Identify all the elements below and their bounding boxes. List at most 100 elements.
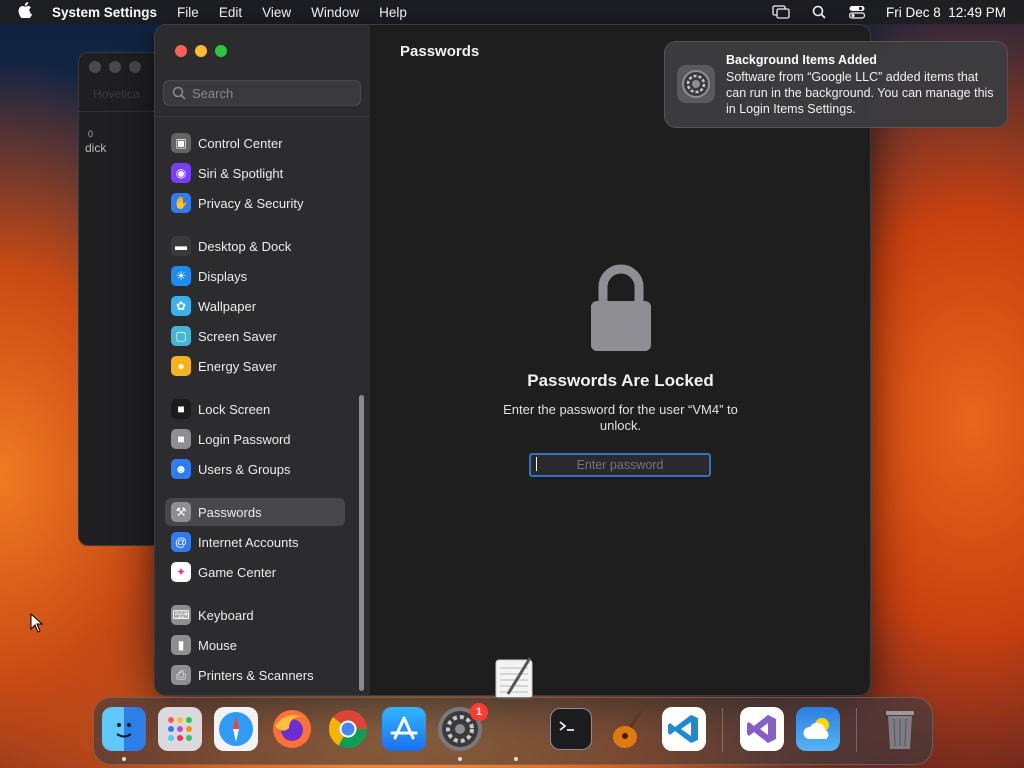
safari-icon[interactable] (214, 707, 258, 751)
window-controls (175, 45, 227, 57)
game-center-icon: ✦ (171, 562, 191, 582)
sidebar-item-lock-screen[interactable]: ■ Lock Screen (165, 395, 345, 423)
terminal-icon[interactable] (550, 708, 592, 750)
chrome-icon[interactable] (326, 707, 370, 751)
sidebar-item-users-groups[interactable]: ☻ Users & Groups (165, 455, 345, 483)
menu-window[interactable]: Window (311, 5, 359, 20)
background-window-title: Hovetica (93, 87, 140, 101)
spotlight-search-icon[interactable] (810, 5, 828, 19)
control-center-icon: ▣ (171, 133, 191, 153)
at-icon: @ (171, 532, 191, 552)
sidebar-item-mouse[interactable]: ▮ Mouse (165, 631, 345, 659)
sidebar-item-label: Siri & Spotlight (198, 165, 284, 181)
sidebar-item-login-password[interactable]: ■ Login Password (165, 425, 345, 453)
sidebar-item-label: Users & Groups (198, 461, 291, 477)
garageband-icon[interactable] (606, 707, 650, 751)
sidebar-item-label: Passwords (198, 504, 262, 520)
sidebar-item-label: Energy Saver (198, 358, 277, 374)
sidebar-item-label: Screen Saver (198, 328, 277, 344)
notification-banner[interactable]: Background Items Added Software from “Go… (664, 41, 1008, 128)
app-name-menu[interactable]: System Settings (52, 5, 157, 20)
sidebar-item-game-center[interactable]: ✦ Game Center (165, 558, 345, 586)
trash-icon[interactable] (878, 707, 922, 751)
sidebar-item-label: Keyboard (198, 607, 254, 623)
textedit-running-dot (514, 757, 518, 761)
sidebar-item-label: Internet Accounts (198, 534, 299, 550)
sidebar-item-label: Lock Screen (198, 401, 271, 417)
key-icon: ⚒ (171, 502, 191, 522)
page-title: Passwords (400, 43, 480, 60)
system-settings-running-dot (458, 757, 462, 761)
sidebar-item-wallpaper[interactable]: ✿ Wallpaper (165, 292, 345, 320)
menu-clock[interactable]: Fri Dec 8 12:49 PM (886, 5, 1006, 20)
notification-body: Software from “Google LLC” added items t… (726, 70, 994, 116)
notification-badge: 1 (470, 703, 488, 721)
sidebar: Search ▣ Control Center ◉ Siri & Spotlight ✋… (155, 25, 371, 695)
dock-icon: ▬ (171, 236, 191, 256)
sidebar-item-energy-saver[interactable]: ● Energy Saver (165, 352, 345, 380)
zoom-button[interactable] (215, 45, 227, 57)
launchpad-icon[interactable] (158, 707, 202, 751)
close-button[interactable] (175, 45, 187, 57)
menu-file[interactable]: File (177, 5, 199, 20)
vscode-icon[interactable] (662, 707, 706, 751)
app-store-icon[interactable] (382, 707, 426, 751)
mouse-cursor-icon (30, 613, 44, 633)
sidebar-scrollbar[interactable] (359, 395, 364, 691)
lock-icon: ■ (171, 429, 191, 449)
sidebar-item-control-center[interactable]: ▣ Control Center (165, 129, 345, 157)
sidebar-item-label: Wallpaper (198, 298, 257, 314)
menu-edit[interactable]: Edit (219, 5, 242, 20)
search-field[interactable]: Search (163, 80, 361, 106)
users-icon: ☻ (171, 459, 191, 479)
sidebar-item-internet-accounts[interactable]: @ Internet Accounts (165, 528, 345, 556)
background-window-item[interactable]: dick (85, 141, 106, 155)
background-window-cell: 0 (88, 129, 94, 139)
sidebar-item-label: Login Password (198, 431, 291, 447)
password-field[interactable] (529, 453, 711, 477)
search-placeholder: Search (192, 85, 234, 101)
lock-icon: ■ (171, 399, 191, 419)
sidebar-item-label: Printers & Scanners (198, 667, 314, 683)
sidebar-item-screen-saver[interactable]: ▢ Screen Saver (165, 322, 345, 350)
locked-heading: Passwords Are Locked (527, 371, 714, 390)
siri-icon: ◉ (171, 163, 191, 183)
dock-separator-trash (856, 708, 857, 752)
sidebar-item-label: Displays (198, 268, 248, 284)
textedit-icon[interactable] (494, 656, 536, 700)
locked-message: Enter the password for the user “VM4” to… (503, 402, 738, 433)
sidebar-item-passwords[interactable]: ⚒ Passwords (165, 498, 345, 526)
lock-icon (591, 264, 651, 351)
sidebar-item-keyboard[interactable]: ⌨ Keyboard (165, 601, 345, 629)
sun-icon: ☀ (171, 266, 191, 286)
control-center-icon[interactable] (848, 5, 866, 19)
notification-title: Background Items Added (726, 53, 877, 67)
weather-icon[interactable] (796, 707, 840, 751)
menu-bar: System Settings File Edit View Window He… (0, 0, 1024, 24)
menu-view[interactable]: View (262, 5, 291, 20)
menu-help[interactable]: Help (379, 5, 407, 20)
search-icon (172, 86, 186, 100)
hand-icon: ✋ (171, 193, 191, 213)
printer-icon: ⎙ (171, 665, 191, 685)
dock-separator (722, 708, 723, 752)
dock: 1 (93, 697, 933, 765)
sidebar-item-desktop-dock[interactable]: ▬ Desktop & Dock (165, 232, 345, 260)
sidebar-item-privacy-security[interactable]: ✋ Privacy & Security (165, 189, 345, 217)
mouse-icon: ▮ (171, 635, 191, 655)
firefox-icon[interactable] (270, 707, 314, 751)
apple-menu-icon[interactable] (18, 2, 34, 22)
sidebar-item-label: Control Center (198, 135, 283, 151)
sidebar-item-printers-scanners[interactable]: ⎙ Printers & Scanners (165, 661, 345, 689)
finder-icon[interactable] (102, 707, 146, 751)
sidebar-item-label: Privacy & Security (198, 195, 304, 211)
sidebar-item-displays[interactable]: ☀ Displays (165, 262, 345, 290)
finder-running-dot (122, 757, 126, 761)
screen-mirroring-icon[interactable] (772, 5, 790, 19)
bulb-icon: ● (171, 356, 191, 376)
minimize-button[interactable] (195, 45, 207, 57)
visual-studio-icon[interactable] (740, 707, 784, 751)
sidebar-item-siri-spotlight[interactable]: ◉ Siri & Spotlight (165, 159, 345, 187)
sidebar-item-label: Mouse (198, 637, 238, 653)
text-caret (536, 457, 537, 471)
